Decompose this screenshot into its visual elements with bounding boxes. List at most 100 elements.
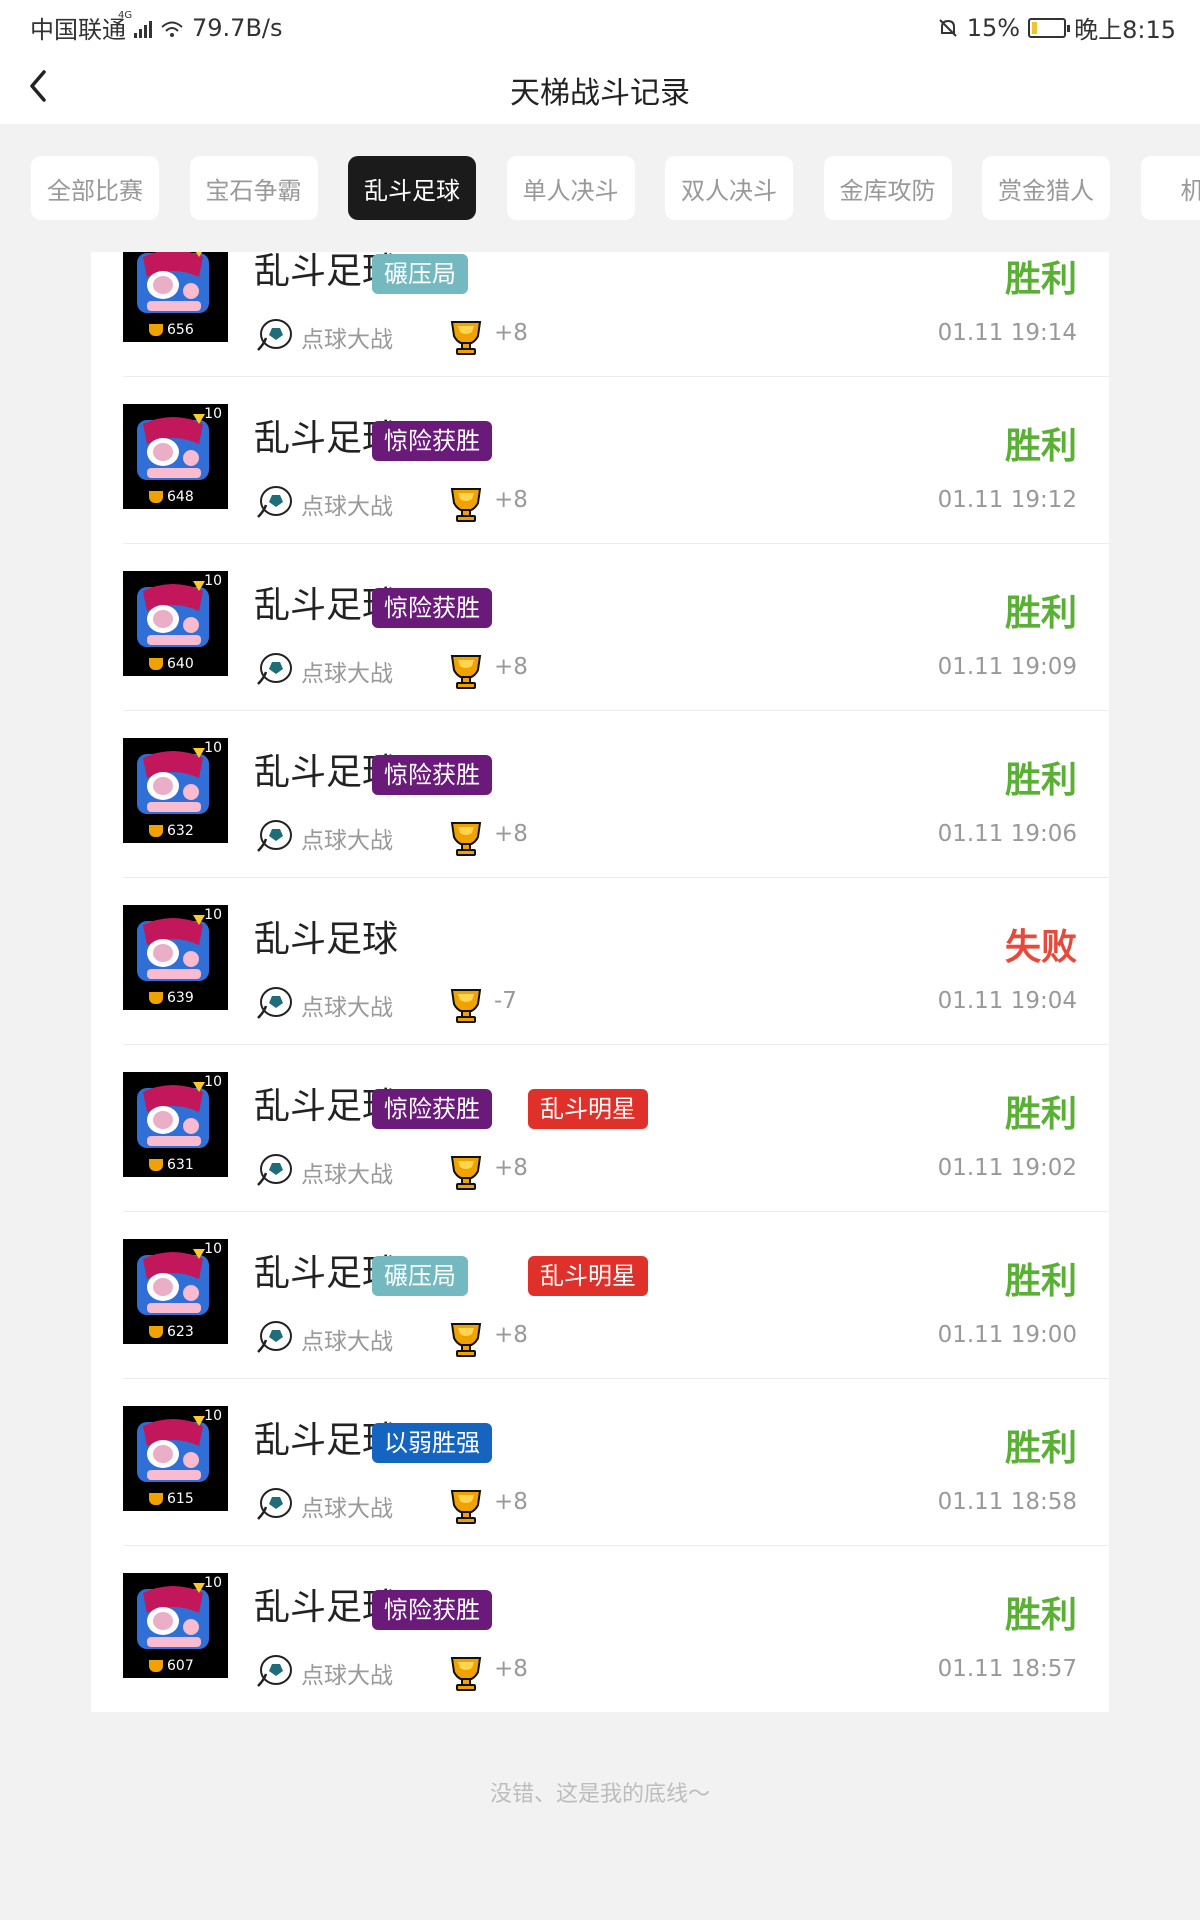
brawler-portrait-icon (133, 1583, 213, 1653)
match-result: 失败 (1004, 927, 1077, 968)
power-level: 10 (204, 573, 222, 589)
trophy-icon (446, 485, 486, 523)
match-result: 胜利 (1004, 1261, 1077, 1302)
match-time: 01.11 19:06 (937, 821, 1077, 847)
brawler-avatar: 10 640 (123, 571, 228, 676)
match-time: 01.11 19:02 (937, 1155, 1077, 1181)
soccer-ball-icon (254, 318, 294, 354)
list-item[interactable]: 10 631 乱斗足球 惊险获胜 乱斗明星 点球大战 +8 胜利 01.11 19:02 (91, 1045, 1109, 1212)
trophy-icon (446, 1654, 486, 1692)
tab-3[interactable]: 单人决斗 (506, 156, 635, 220)
mini-trophy-icon (149, 324, 163, 336)
match-badge: 惊险获胜 (372, 588, 492, 628)
map-name: 点球大战 (301, 1162, 393, 1188)
status-right: 15% 晚上8:15 (937, 10, 1176, 45)
tab-4[interactable]: 双人决斗 (665, 156, 793, 220)
brawler-portrait-icon (133, 252, 213, 317)
brawler-portrait-icon (133, 1082, 213, 1152)
map-name: 点球大战 (301, 327, 393, 353)
power-level: 10 (204, 740, 222, 756)
trophy-delta: +8 (494, 1322, 528, 1348)
list-item[interactable]: 10 639 乱斗足球 点球大战 -7 失败 01.11 19:04 (91, 878, 1109, 1045)
tab-2[interactable]: 乱斗足球 (348, 156, 476, 220)
trophy-count: 648 (149, 489, 194, 505)
trophy-icon (446, 1320, 486, 1358)
match-badge: 乱斗明星 (528, 1256, 648, 1296)
network-speed: 79.7B/s (192, 13, 283, 42)
trophy-count: 656 (149, 322, 194, 338)
trophy-icon (446, 819, 486, 857)
tab-0[interactable]: 全部比赛 (31, 156, 159, 220)
trophy-count: 639 (149, 990, 194, 1006)
power-level: 10 (204, 907, 222, 923)
soccer-ball-icon (254, 1320, 294, 1356)
brawler-portrait-icon (133, 1416, 213, 1486)
match-result: 胜利 (1004, 593, 1077, 634)
soccer-ball-icon (254, 819, 294, 855)
soccer-ball-icon (254, 1487, 294, 1523)
trophy-count: 615 (149, 1491, 194, 1507)
list-item[interactable]: 10 648 乱斗足球 惊险获胜 点球大战 +8 胜利 01.11 19:12 (91, 377, 1109, 544)
status-left: 中国联通 4G 79.7B/s (30, 10, 283, 45)
match-time: 01.11 18:58 (937, 1489, 1077, 1515)
tab-1[interactable]: 宝石争霸 (189, 156, 318, 220)
list-item[interactable]: 10 623 乱斗足球 碾压局 乱斗明星 点球大战 +8 胜利 01.11 19:00 (91, 1212, 1109, 1379)
mini-trophy-icon (149, 992, 163, 1004)
brawler-portrait-icon (133, 581, 213, 651)
battle-record-list: 10656乱斗足球碾压局点球大战+8胜利01.11 19:1410648乱斗足球… (91, 252, 1109, 1712)
brawler-avatar: 10 632 (123, 738, 228, 843)
trophy-count: 640 (149, 656, 194, 672)
trophy-count-value: 656 (167, 322, 194, 338)
battery-percent: 15% (966, 13, 1021, 42)
map-name: 点球大战 (301, 1663, 393, 1689)
list-item[interactable]: 10 632 乱斗足球 惊险获胜 点球大战 +8 胜利 01.11 19:06 (91, 711, 1109, 878)
list-item[interactable]: 10656乱斗足球碾压局点球大战+8胜利01.11 19:14 (91, 252, 1109, 377)
list-item[interactable]: 10 615 乱斗足球 以弱胜强 点球大战 +8 胜利 01.11 18:58 (91, 1379, 1109, 1546)
brawler-avatar: 10 639 (123, 905, 228, 1010)
list-item[interactable]: 10 607 乱斗足球 惊险获胜 点球大战 +8 胜利 01.11 18:57 (91, 1546, 1109, 1712)
match-time: 01.11 18:57 (937, 1656, 1077, 1682)
match-time: 01.11 19:09 (937, 654, 1077, 680)
map-name: 点球大战 (301, 828, 393, 854)
match-result: 胜利 (1004, 259, 1077, 300)
list-item[interactable]: 10 640 乱斗足球 惊险获胜 点球大战 +8 胜利 01.11 19:09 (91, 544, 1109, 711)
game-mode-name: 乱斗足球 (254, 919, 399, 960)
match-badge: 惊险获胜 (372, 1089, 492, 1129)
trophy-count: 607 (149, 1658, 194, 1674)
match-result: 胜利 (1004, 1094, 1077, 1135)
trophy-count-value: 615 (167, 1491, 194, 1507)
power-level: 10 (204, 1074, 222, 1090)
mini-trophy-icon (149, 825, 163, 837)
power-level: 10 (204, 1408, 222, 1424)
brawler-avatar: 10 648 (123, 404, 228, 509)
carrier-label: 中国联通 (30, 16, 126, 44)
match-badge: 碾压局 (372, 254, 468, 294)
tab-6[interactable]: 赏金猎人 (982, 156, 1110, 220)
tab-5[interactable]: 金库攻防 (823, 156, 952, 220)
trophy-delta: +8 (494, 821, 528, 847)
trophy-count: 623 (149, 1324, 194, 1340)
trophy-count: 631 (149, 1157, 194, 1173)
wifi-icon (160, 18, 184, 38)
network-type: 4G (118, 9, 133, 21)
match-time: 01.11 19:00 (937, 1322, 1077, 1348)
battery-icon (1028, 17, 1071, 38)
list-end-text: 没错、这是我的底线～ (489, 1782, 710, 1807)
match-badge: 碾压局 (372, 1256, 468, 1296)
trophy-count-value: 623 (167, 1324, 194, 1340)
brawler-avatar: 10 631 (123, 1072, 228, 1177)
match-result: 胜利 (1004, 1595, 1077, 1636)
brawler-avatar: 10 607 (123, 1573, 228, 1678)
soccer-ball-icon (254, 986, 294, 1022)
map-name: 点球大战 (301, 494, 393, 520)
tab-7[interactable]: 机甲 (1140, 156, 1200, 220)
map-name: 点球大战 (301, 1496, 393, 1522)
mini-trophy-icon (149, 658, 163, 670)
brawler-portrait-icon (133, 414, 213, 484)
map-name: 点球大战 (301, 995, 393, 1021)
match-badge: 惊险获胜 (372, 1590, 492, 1630)
trophy-delta: +8 (494, 1155, 528, 1181)
match-badge: 惊险获胜 (372, 755, 492, 795)
soccer-ball-icon (254, 1153, 294, 1189)
match-result: 胜利 (1004, 760, 1077, 801)
